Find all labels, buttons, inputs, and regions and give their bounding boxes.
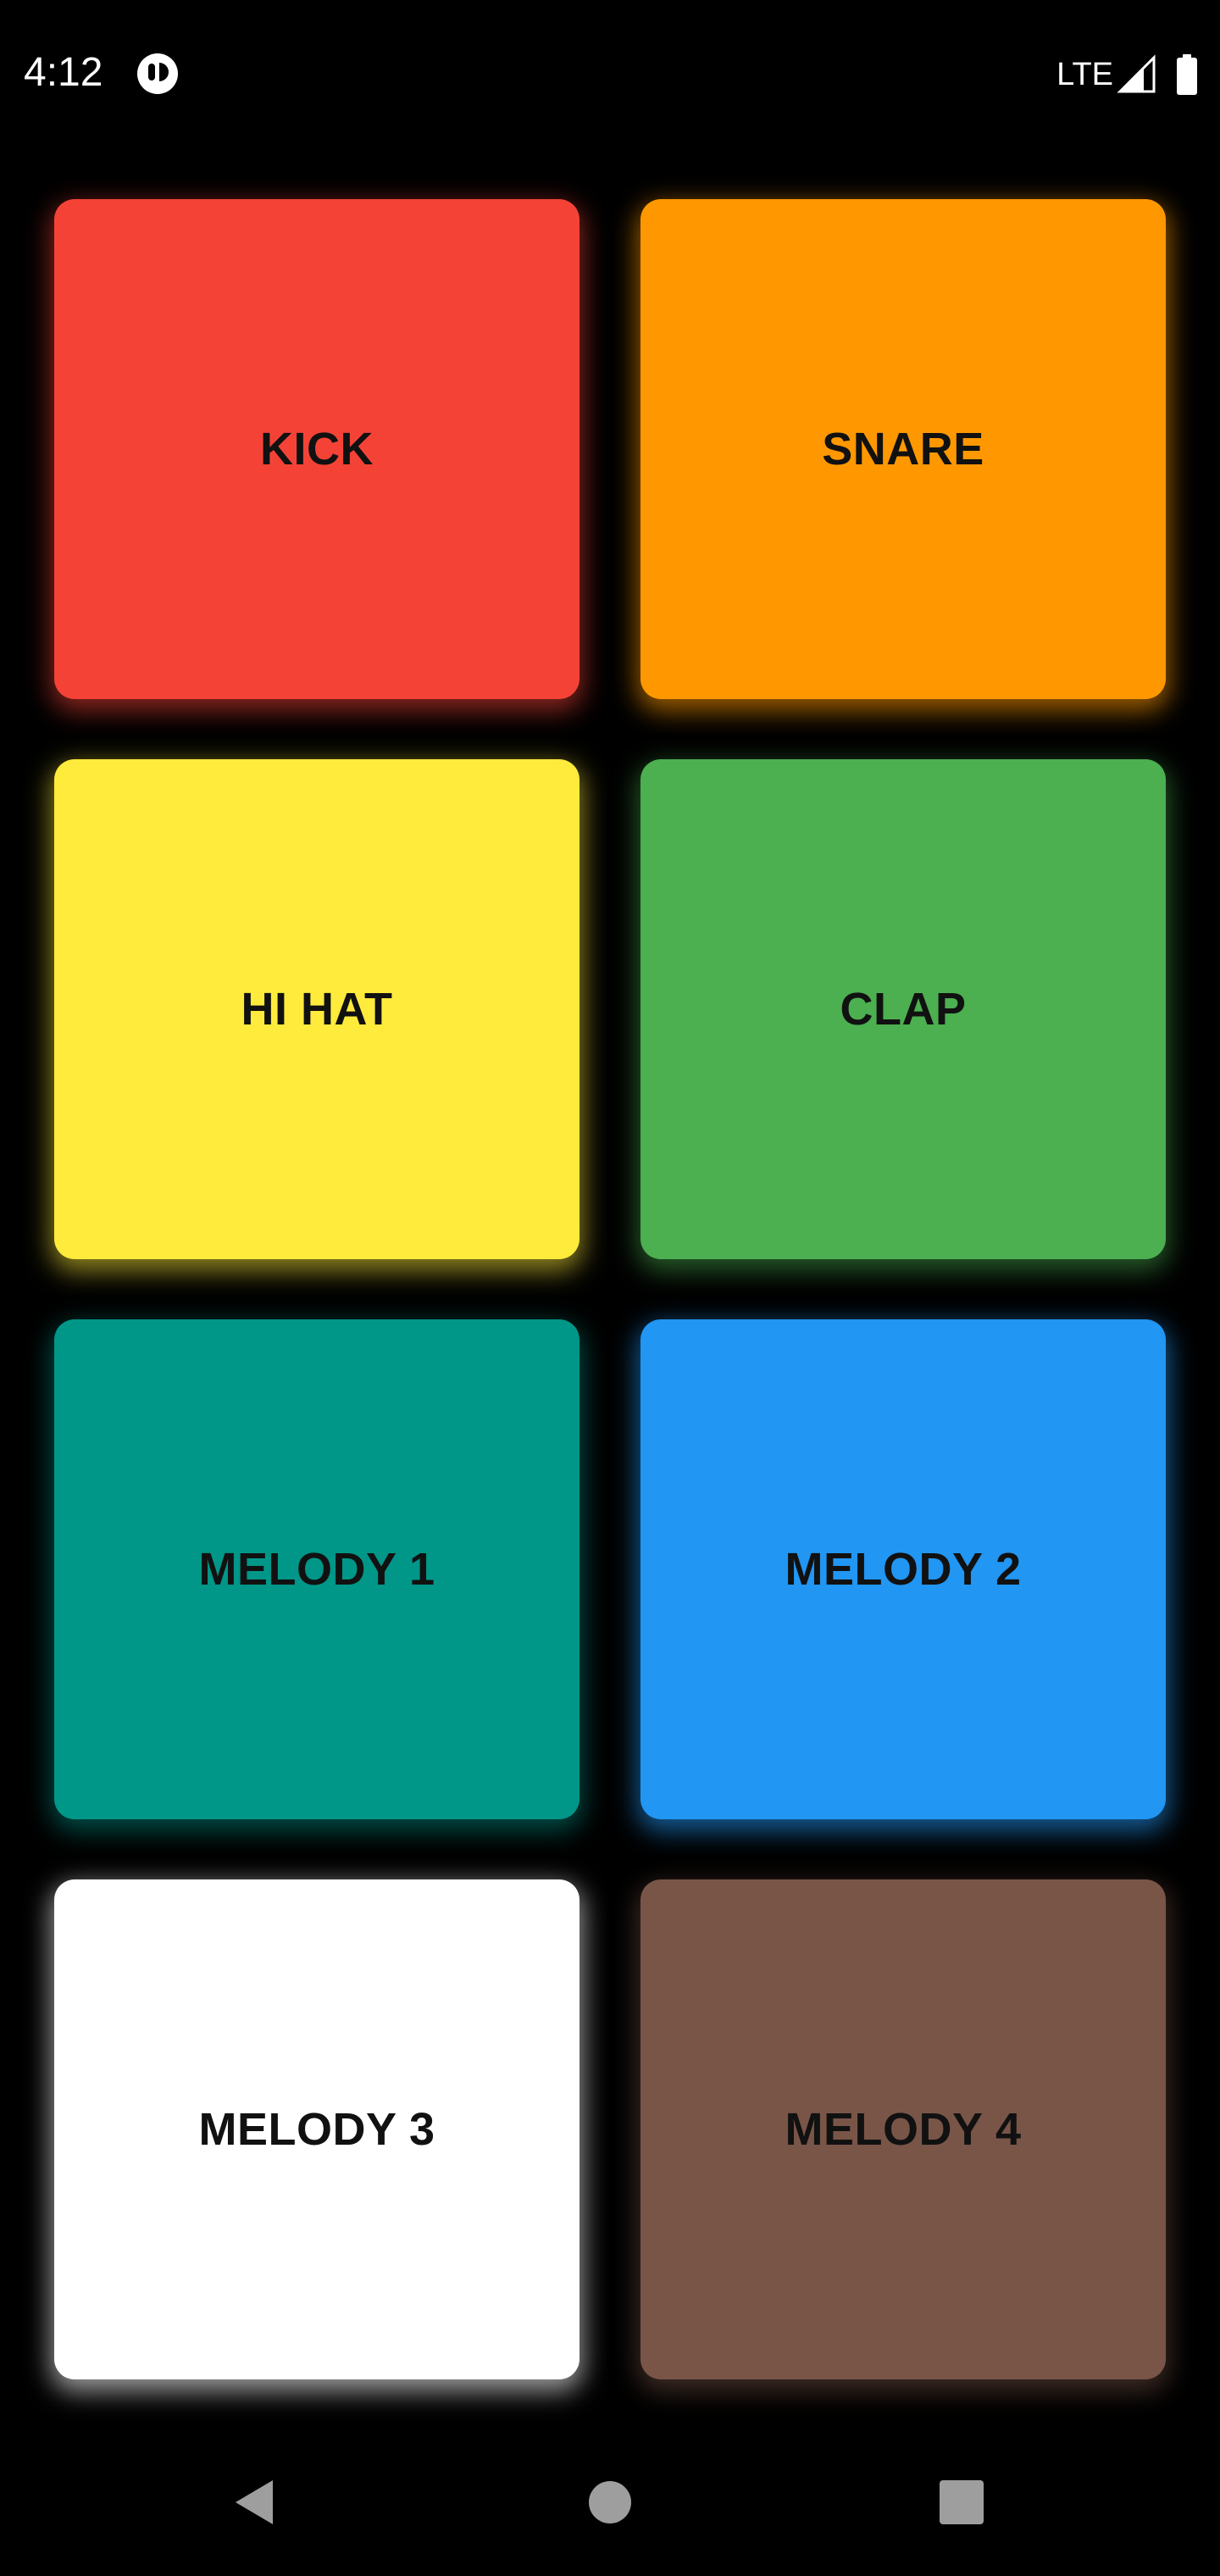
network-type-label: LTE <box>1056 56 1113 92</box>
back-button[interactable] <box>216 2466 292 2542</box>
clap-pad-label: CLAP <box>840 984 967 1035</box>
melody-1-pad-label: MELODY 1 <box>198 1544 435 1595</box>
kick-pad[interactable]: KICK <box>54 199 580 699</box>
kick-pad-label: KICK <box>260 424 374 475</box>
app-notification-icon <box>136 53 179 95</box>
melody-3-pad[interactable]: MELODY 3 <box>54 1879 580 2379</box>
melody-4-pad[interactable]: MELODY 4 <box>640 1879 1166 2379</box>
melody-1-pad[interactable]: MELODY 1 <box>54 1319 580 1819</box>
recents-button[interactable] <box>923 2466 1000 2542</box>
signal-icon <box>1117 54 1157 95</box>
back-icon <box>230 2477 278 2532</box>
home-button[interactable] <box>572 2466 648 2542</box>
melody-3-pad-label: MELODY 3 <box>198 2104 435 2155</box>
snare-pad[interactable]: SNARE <box>640 199 1166 699</box>
melody-2-pad[interactable]: MELODY 2 <box>640 1319 1166 1819</box>
clap-pad[interactable]: CLAP <box>640 759 1166 1259</box>
hi-hat-pad[interactable]: HI HAT <box>54 759 580 1259</box>
home-icon <box>586 2479 634 2530</box>
status-bar: 4:12 LTE <box>0 0 1220 144</box>
recents-icon <box>938 2479 985 2530</box>
battery-icon <box>1176 54 1198 95</box>
hi-hat-pad-label: HI HAT <box>241 984 393 1035</box>
navigation-bar <box>0 2432 1220 2576</box>
status-time: 4:12 <box>24 50 103 95</box>
melody-4-pad-label: MELODY 4 <box>785 2104 1022 2155</box>
snare-pad-label: SNARE <box>822 424 984 475</box>
melody-2-pad-label: MELODY 2 <box>785 1544 1022 1595</box>
status-indicators: LTE <box>1056 51 1198 98</box>
